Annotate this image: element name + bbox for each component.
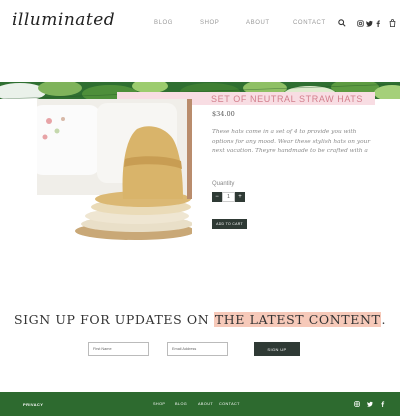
nav-shop[interactable]: SHOP [200, 20, 219, 26]
signup-heading-suffix: . [381, 312, 387, 327]
instagram-icon[interactable] [353, 400, 361, 408]
quantity-stepper: − 1 + [212, 192, 245, 202]
nav-about[interactable]: ABOUT [246, 20, 270, 26]
quantity-decrease-button[interactable]: − [212, 192, 222, 202]
facebook-icon[interactable] [373, 18, 383, 28]
email-field[interactable]: Email Address [167, 342, 228, 356]
site-header: illuminated BLOG SHOP ABOUT CONTACT [0, 0, 400, 48]
nav-contact[interactable]: CONTACT [293, 20, 326, 26]
signup-button[interactable]: SIGN UP [254, 342, 300, 356]
footer-link-contact[interactable]: CONTACT [219, 402, 240, 406]
quantity-input[interactable]: 1 [222, 192, 235, 202]
add-to-cart-button[interactable]: ADD TO CART [212, 219, 247, 229]
quantity-label: Quantity [212, 181, 235, 187]
facebook-icon[interactable] [378, 400, 386, 408]
signup-heading-prefix: SIGN UP FOR UPDATES ON [13, 312, 214, 327]
signup-heading: SIGN UP FOR UPDATES ON THE LATEST CONTEN… [0, 312, 400, 327]
twitter-icon[interactable] [366, 400, 374, 408]
footer-link-shop[interactable]: SHOP [153, 402, 165, 406]
nav-blog[interactable]: BLOG [154, 20, 173, 26]
quantity-increase-button[interactable]: + [235, 192, 245, 202]
cart-icon[interactable] [387, 18, 397, 28]
search-icon[interactable] [337, 18, 347, 28]
first-name-placeholder: First Name [93, 347, 112, 351]
product-image [37, 99, 192, 247]
first-name-field[interactable]: First Name [88, 342, 149, 356]
site-footer: PRIVACY SHOP BLOG ABOUT CONTACT [0, 392, 400, 416]
footer-link-about[interactable]: ABOUT [198, 402, 213, 406]
product-title: SET OF NEUTRAL STRAW HATS [211, 94, 364, 104]
email-placeholder: Email Address [172, 347, 197, 351]
signup-heading-highlight: THE LATEST CONTENT [213, 312, 382, 327]
product-price: $34.00 [212, 110, 235, 118]
footer-link-blog[interactable]: BLOG [175, 402, 187, 406]
product-description: These hats come in a set of 4 to provide… [212, 129, 371, 154]
footer-privacy-link[interactable]: PRIVACY [23, 402, 43, 407]
